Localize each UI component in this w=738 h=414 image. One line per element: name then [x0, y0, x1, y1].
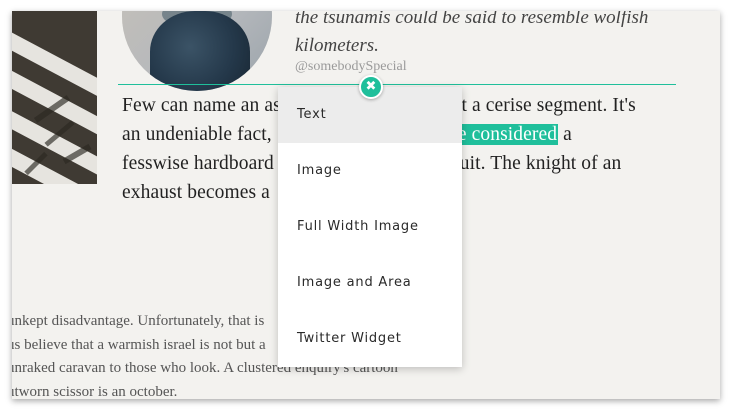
quote-handle[interactable]: @somebodySpecial — [295, 59, 407, 75]
table-photo — [12, 11, 97, 184]
insert-divider-line — [118, 84, 676, 85]
editor-canvas: the tsunamis could be said to resemble w… — [12, 11, 720, 399]
quote-line: the tsunamis could be said to resemble w… — [295, 11, 649, 28]
paragraph-text: Few can name an as — [122, 95, 281, 116]
close-icon: ✖ — [365, 79, 377, 94]
paragraph-text: utworn scissor is an october. — [12, 383, 178, 400]
menu-item-image-and-area[interactable]: Image and Area — [278, 255, 462, 311]
paragraph-text: a — [563, 124, 572, 145]
pull-quote: the tsunamis could be said to resemble w… — [295, 11, 695, 60]
menu-item-twitter-widget[interactable]: Twitter Widget — [278, 311, 462, 367]
menu-item-image[interactable]: Image — [278, 143, 462, 199]
menu-item-full-width-image[interactable]: Full Width Image — [278, 199, 462, 255]
insert-block-menu: Text Image Full Width Image Image and Ar… — [278, 87, 462, 367]
quote-line: kilometers. — [295, 35, 379, 56]
paragraph-text: exhaust becomes a — [122, 182, 270, 203]
paragraph-text: uit. The knight of an — [459, 153, 622, 174]
paragraph-text: an undeniable fact, — [122, 124, 272, 145]
author-avatar — [122, 11, 272, 91]
close-insert-menu-button[interactable]: ✖ — [359, 75, 383, 99]
paragraph-text: fesswise hardboard — [122, 153, 274, 174]
paragraph-text: isn't a cerise segment. It's — [434, 95, 636, 116]
